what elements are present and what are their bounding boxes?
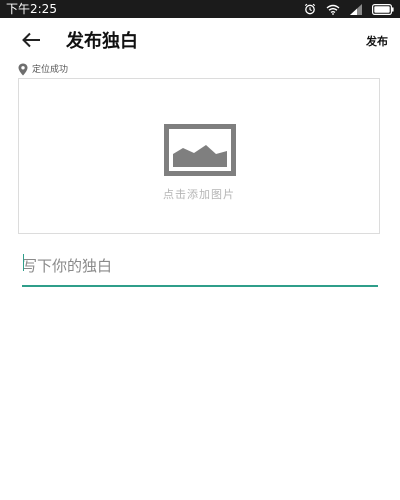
arrow-left-icon (21, 32, 41, 52)
text-cursor (23, 254, 24, 271)
add-image-button[interactable]: 点击添加图片 (18, 78, 380, 234)
add-image-label: 点击添加图片 (163, 188, 235, 201)
publish-button[interactable]: 发布 (366, 34, 388, 50)
monologue-input[interactable] (22, 247, 378, 287)
alarm-icon (304, 3, 316, 15)
back-button[interactable] (18, 30, 44, 54)
location-text: 定位成功 (32, 65, 69, 75)
location-status: 定位成功 (18, 63, 68, 77)
status-bar: 下午2:25 (0, 0, 400, 18)
image-icon (164, 124, 236, 180)
page-title: 发布独白 (66, 31, 138, 52)
location-pin-icon (18, 61, 28, 80)
signal-icon (350, 3, 362, 15)
wifi-icon (326, 4, 340, 15)
status-icons (304, 2, 394, 16)
battery-icon (372, 3, 394, 15)
app-bar: 发布独白 发布 (0, 18, 400, 66)
status-time: 下午2:25 (6, 2, 57, 16)
